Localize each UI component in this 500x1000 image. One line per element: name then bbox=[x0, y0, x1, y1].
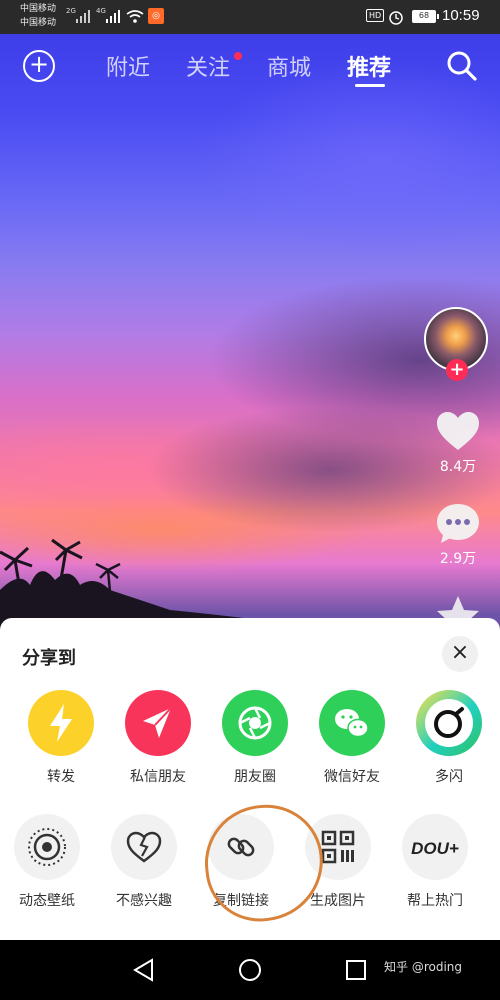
battery-tip bbox=[437, 14, 439, 19]
share-moments[interactable]: 朋友圈 bbox=[205, 690, 305, 786]
aperture-icon bbox=[222, 690, 288, 756]
lightning-icon bbox=[28, 690, 94, 756]
status-bar: 中国移动 中国移动 2G 4G ◎ HD 68 10:59 bbox=[0, 0, 500, 34]
live-wallpaper-icon bbox=[14, 814, 80, 880]
add-button[interactable]: + bbox=[23, 50, 55, 82]
share-label: 动态壁纸 bbox=[19, 893, 75, 909]
paper-plane-icon bbox=[125, 690, 191, 756]
carrier-2: 中国移动 bbox=[20, 18, 57, 28]
system-navigation-bar: 知乎 @roding bbox=[0, 940, 500, 1000]
like-count: 8.4万 bbox=[439, 459, 477, 475]
share-duoshan[interactable]: 多闪 bbox=[399, 690, 499, 786]
share-label: 微信好友 bbox=[324, 769, 380, 785]
share-wechat-friend[interactable]: 微信好友 bbox=[302, 690, 402, 786]
share-label: 转发 bbox=[47, 769, 75, 785]
wechat-icon bbox=[319, 690, 385, 756]
share-label: 朋友圈 bbox=[234, 769, 276, 785]
comment-count: 2.9万 bbox=[439, 551, 477, 567]
active-tab-indicator bbox=[355, 84, 385, 87]
tab-recommended[interactable]: 推荐 bbox=[347, 50, 391, 82]
share-repost[interactable]: 转发 bbox=[11, 690, 111, 786]
duoshan-icon bbox=[416, 690, 482, 756]
share-dou-plus[interactable]: DOU+ 帮上热门 bbox=[385, 814, 485, 910]
signal-bars-icon bbox=[76, 10, 90, 23]
signal-label-1: 2G bbox=[66, 7, 76, 15]
share-label: 私信朋友 bbox=[130, 769, 186, 785]
tab-mall[interactable]: 商城 bbox=[267, 50, 311, 82]
share-sheet-title: 分享到 bbox=[22, 648, 76, 669]
video-background[interactable] bbox=[0, 0, 500, 640]
home-icon[interactable] bbox=[238, 958, 262, 982]
alarm-icon bbox=[389, 11, 403, 25]
signal-bars-icon bbox=[106, 10, 120, 23]
clock: 10:59 bbox=[442, 7, 480, 24]
dou-plus-text: DOU+ bbox=[411, 839, 459, 858]
top-nav: + 附近 关注 商城 推荐 bbox=[0, 34, 500, 96]
notification-dot bbox=[234, 52, 242, 60]
battery-icon: 68 bbox=[412, 10, 436, 23]
close-button[interactable]: × bbox=[442, 636, 478, 672]
back-icon[interactable] bbox=[132, 958, 154, 982]
broken-heart-icon bbox=[111, 814, 177, 880]
carrier-1: 中国移动 bbox=[20, 4, 57, 14]
share-label: 多闪 bbox=[435, 769, 463, 785]
watermark: 知乎 @roding bbox=[384, 960, 463, 974]
heart-icon[interactable] bbox=[434, 408, 482, 456]
share-private-message[interactable]: 私信朋友 bbox=[108, 690, 208, 786]
app-notification-icon: ◎ bbox=[148, 8, 164, 24]
comment-icon[interactable] bbox=[434, 500, 482, 548]
wifi-icon bbox=[126, 10, 144, 23]
share-label: 不感兴趣 bbox=[116, 893, 172, 909]
share-not-interested[interactable]: 不感兴趣 bbox=[94, 814, 194, 910]
recents-icon[interactable] bbox=[345, 959, 367, 981]
hd-icon: HD bbox=[366, 9, 385, 22]
dou-plus-icon: DOU+ bbox=[402, 814, 468, 880]
share-live-wallpaper[interactable]: 动态壁纸 bbox=[0, 814, 97, 910]
follow-button[interactable]: + bbox=[446, 359, 468, 381]
search-icon[interactable] bbox=[444, 48, 480, 84]
tab-following[interactable]: 关注 bbox=[186, 50, 230, 82]
tab-nearby[interactable]: 附近 bbox=[106, 50, 150, 82]
share-label: 帮上热门 bbox=[407, 893, 463, 909]
signal-label-2: 4G bbox=[96, 7, 106, 15]
